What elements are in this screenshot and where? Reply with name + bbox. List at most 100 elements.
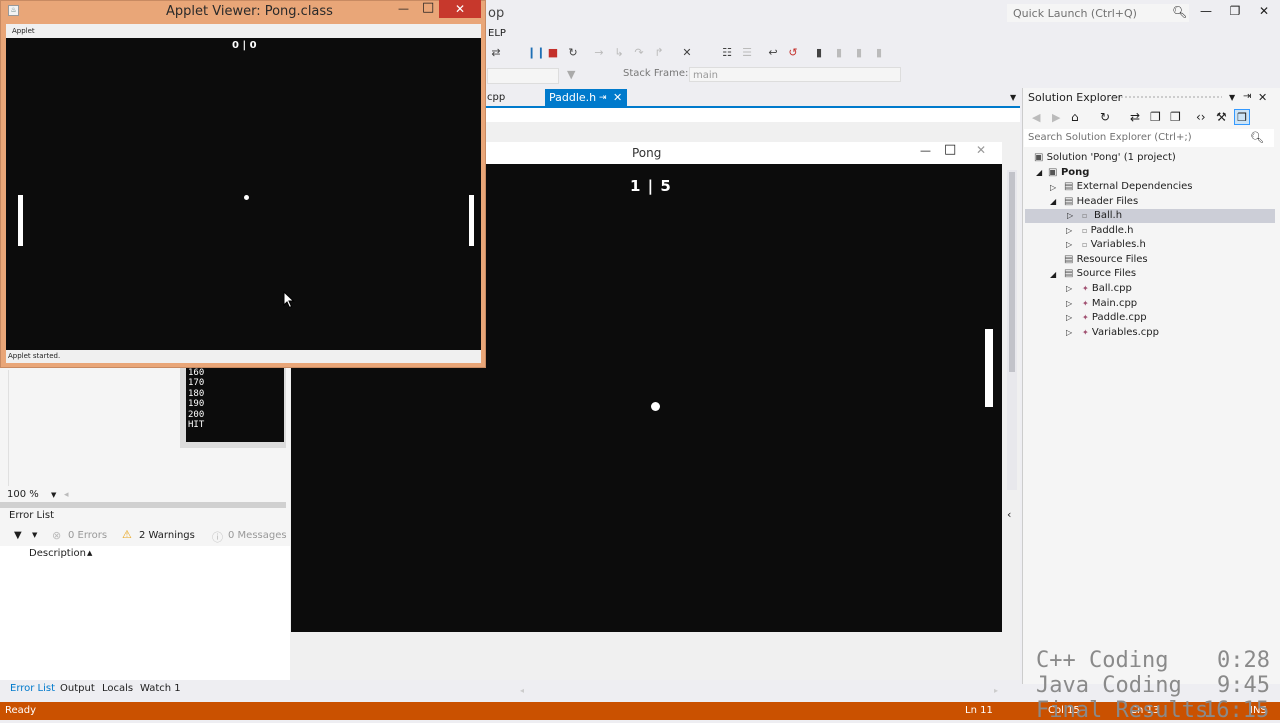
tree-item-ball-cpp[interactable]: ✦ Ball.cpp xyxy=(1082,282,1132,296)
tab-locals[interactable]: Locals xyxy=(102,683,133,694)
pong-maximize-button[interactable]: □ xyxy=(944,142,956,157)
scrollbar-thumb[interactable] xyxy=(1009,172,1015,372)
collapsed-arrow-icon[interactable]: ▷ xyxy=(1066,240,1072,249)
scroll-left-icon[interactable]: ◂ xyxy=(520,686,524,695)
close-icon[interactable]: ✕ xyxy=(1258,91,1267,104)
warnings-filter-button[interactable]: 2 Warnings xyxy=(139,530,195,541)
tab-close-icon[interactable]: ✕ xyxy=(613,89,622,107)
tree-item-source-files[interactable]: ▤ Source Files xyxy=(1064,267,1136,281)
toolbar-icon-3[interactable]: ↩ xyxy=(766,46,780,60)
messages-filter-button[interactable]: 0 Messages xyxy=(228,530,287,541)
scroll-left-icon[interactable]: ◂ xyxy=(64,490,69,500)
tree-item-external-dependencies[interactable]: ▤ External Dependencies xyxy=(1064,180,1192,194)
applet-close-button[interactable]: ✕ xyxy=(439,0,481,18)
panel-splitter[interactable] xyxy=(0,502,286,508)
minimize-button[interactable]: — xyxy=(1196,4,1216,20)
right-paddle xyxy=(469,195,474,246)
pin-icon[interactable]: ⇥ xyxy=(1243,91,1251,102)
collapsed-arrow-icon[interactable]: ▷ xyxy=(1066,328,1072,337)
sync-icon[interactable]: ↻ xyxy=(1100,110,1110,124)
bookmark-next-icon[interactable]: ▮ xyxy=(852,46,866,60)
restore-button[interactable]: ❐ xyxy=(1225,4,1245,20)
errors-filter-button[interactable]: 0 Errors xyxy=(68,530,107,541)
pong-close-button[interactable]: ✕ xyxy=(976,143,986,157)
pause-icon[interactable]: ❙❙ xyxy=(527,46,545,60)
forward-icon[interactable]: ▶ xyxy=(1052,111,1060,124)
tree-item-paddle-h[interactable]: ▫ Paddle.h xyxy=(1082,224,1133,238)
bookmark-icon[interactable]: ▮ xyxy=(812,46,826,60)
stop-icon[interactable]: ■ xyxy=(546,46,560,60)
overlay-label-java: Java Coding xyxy=(1036,673,1182,698)
solution-search-input[interactable]: Search Solution Explorer (Ctrl+;) xyxy=(1024,129,1274,147)
switch-views-icon[interactable]: ⇄ xyxy=(1130,110,1140,124)
collapse-all-icon[interactable]: ❐ xyxy=(1150,110,1161,124)
tree-item-solution[interactable]: ▣ Solution 'Pong' (1 project) xyxy=(1034,151,1176,165)
applet-game-canvas[interactable] xyxy=(6,38,481,350)
tree-item-variables-cpp[interactable]: ✦ Variables.cpp xyxy=(1082,326,1159,340)
applet-menu[interactable]: Applet xyxy=(6,24,481,38)
tree-item-variables-h[interactable]: ▫ Variables.h xyxy=(1082,238,1146,252)
tab-output[interactable]: Output xyxy=(60,683,95,694)
home-icon[interactable]: ⌂ xyxy=(1071,110,1079,124)
error-icon: ⊗ xyxy=(52,529,62,542)
quick-launch-input[interactable]: Quick Launch (Ctrl+Q) xyxy=(1006,3,1190,23)
toolbar-icon-4[interactable]: ↺ xyxy=(786,46,800,60)
zoom-level[interactable]: 100 % xyxy=(7,489,39,500)
expanded-arrow-icon[interactable]: ◢ xyxy=(1036,168,1042,177)
tree-item-resource-files[interactable]: ▤ Resource Files xyxy=(1064,253,1148,267)
toolbar-icon[interactable]: ⇄ xyxy=(489,46,503,60)
cpp-file-icon: ✦ xyxy=(1082,328,1089,337)
collapsed-arrow-icon[interactable]: ▷ xyxy=(1066,313,1072,322)
panel-dropdown-icon[interactable]: ▼ xyxy=(1229,93,1235,102)
preview-icon[interactable]: ❐ xyxy=(1234,109,1250,125)
properties-icon[interactable]: ⚒ xyxy=(1216,110,1227,124)
tree-item-header-files[interactable]: ▤ Header Files xyxy=(1064,195,1138,209)
show-next-statement-icon[interactable]: → xyxy=(592,46,606,60)
applet-maximize-button[interactable]: □ xyxy=(422,0,434,15)
scroll-left-icon[interactable]: ‹ xyxy=(1007,508,1011,521)
back-icon[interactable]: ◀ xyxy=(1032,111,1040,124)
toolbar-icon-2[interactable]: ☰ xyxy=(740,46,754,60)
tree-item-paddle-cpp[interactable]: ✦ Paddle.cpp xyxy=(1082,311,1147,325)
tab-paddle-h[interactable]: Paddle.h ⇥ ✕ xyxy=(545,89,627,107)
pong-minimize-button[interactable]: — xyxy=(920,144,931,157)
pin-icon[interactable]: ⇥ xyxy=(599,89,607,107)
menu-item-help[interactable]: ELP xyxy=(488,28,506,39)
step-out-icon[interactable]: ↱ xyxy=(652,46,666,60)
threads-icon[interactable]: ☷ xyxy=(720,46,734,60)
step-over-icon[interactable]: ↷ xyxy=(632,46,646,60)
expanded-arrow-icon[interactable]: ◢ xyxy=(1050,197,1056,206)
description-column-header[interactable]: Description xyxy=(29,548,86,559)
stack-frame-dropdown[interactable]: main xyxy=(689,67,901,82)
tab-error-list[interactable]: Error List xyxy=(10,683,55,694)
tab-cpp-file[interactable]: cpp xyxy=(487,92,505,103)
expanded-arrow-icon[interactable]: ◢ xyxy=(1050,270,1056,279)
bookmark-clear-icon[interactable]: ▮ xyxy=(872,46,886,60)
view-code-icon[interactable]: ‹› xyxy=(1196,110,1206,124)
process-dropdown[interactable] xyxy=(487,68,559,84)
collapsed-arrow-icon[interactable]: ▷ xyxy=(1066,226,1072,235)
bookmark-prev-icon[interactable]: ▮ xyxy=(832,46,846,60)
scroll-right-icon[interactable]: ▸ xyxy=(994,686,998,695)
restart-icon[interactable]: ↻ xyxy=(566,46,580,60)
hex-display-icon[interactable]: ✕ xyxy=(680,46,694,60)
sort-asc-icon: ▲ xyxy=(87,549,93,557)
filter-icon[interactable]: ▼ xyxy=(14,530,22,541)
close-button[interactable]: ✕ xyxy=(1254,4,1274,20)
collapsed-arrow-icon[interactable]: ▷ xyxy=(1067,209,1073,223)
collapsed-arrow-icon[interactable]: ▷ xyxy=(1066,299,1072,308)
tree-item-main-cpp[interactable]: ✦ Main.cpp xyxy=(1082,297,1137,311)
tree-item-ball-h[interactable]: ▷ ▫ Ball.h xyxy=(1025,209,1275,223)
overlay-label-final: Final Results xyxy=(1036,698,1209,723)
zoom-dropdown-icon[interactable]: ▼ xyxy=(51,491,56,499)
filter-dropdown-icon[interactable]: ▼ xyxy=(32,531,37,539)
tab-dropdown-icon[interactable]: ▼ xyxy=(1010,93,1016,102)
step-into-icon[interactable]: ↳ xyxy=(612,46,626,60)
tree-item-project[interactable]: ▣ Pong xyxy=(1048,166,1089,180)
collapsed-arrow-icon[interactable]: ▷ xyxy=(1066,284,1072,293)
collapsed-arrow-icon[interactable]: ▷ xyxy=(1050,183,1056,192)
applet-minimize-button[interactable]: — xyxy=(398,2,409,15)
tab-watch-1[interactable]: Watch 1 xyxy=(140,683,181,694)
show-all-files-icon[interactable]: ❐ xyxy=(1170,110,1181,124)
header-file-icon: ▫ xyxy=(1082,211,1088,220)
